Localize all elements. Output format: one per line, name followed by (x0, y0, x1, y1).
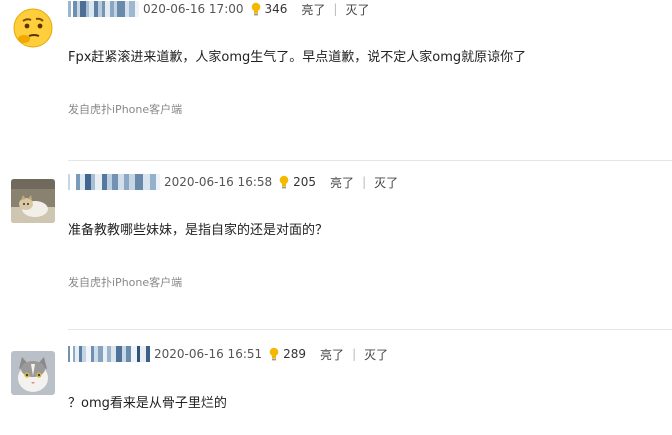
separator: | (333, 2, 338, 16)
like-count: 289 (283, 347, 307, 361)
divider (68, 329, 672, 330)
disagree-button[interactable]: 灭了 (345, 1, 369, 18)
comment-text: Fpx赶紧滚进来道歉，人家omg生气了。早点道歉，说不定人家omg就原谅你了 (68, 50, 527, 65)
disagree-button[interactable]: 灭了 (364, 346, 388, 363)
agree-button[interactable]: 亮了 (330, 174, 354, 191)
avatar[interactable] (11, 6, 55, 50)
lightbulb-icon (251, 2, 260, 16)
comment-meta: 020-06-16 17:00 346 亮了 | 灭了 (68, 0, 369, 18)
like-count: 205 (293, 175, 317, 189)
post-time: 2020-06-16 16:58 (164, 175, 273, 189)
comment-text: 准备教教哪些妹妹，是指自家的还是对面的？ (68, 223, 329, 238)
post-source: 发自虎扑iPhone客户端 (68, 103, 183, 116)
divider (68, 160, 672, 161)
comment-meta: 2020-06-16 16:58 205 亮了 | 灭了 (68, 173, 398, 191)
avatar[interactable] (11, 179, 55, 223)
username-redacted[interactable] (68, 174, 160, 190)
separator: | (352, 347, 357, 361)
comment-text: ？omg看来是从骨子里烂的 (68, 396, 227, 411)
post-time: 020-06-16 17:00 (143, 2, 244, 16)
lightbulb-icon (269, 347, 279, 361)
like-count: 346 (264, 2, 288, 16)
agree-button[interactable]: 亮了 (320, 346, 344, 363)
agree-button[interactable]: 亮了 (301, 1, 325, 18)
avatar[interactable] (11, 351, 55, 395)
thinking-emoji-icon (13, 8, 53, 48)
separator: | (362, 175, 367, 189)
cat-avatar-icon (11, 179, 55, 223)
username-redacted[interactable] (68, 346, 150, 362)
cat-avatar-icon (11, 351, 55, 395)
post-source: 发自虎扑iPhone客户端 (68, 276, 183, 289)
post-time: 2020-06-16 16:51 (154, 347, 263, 361)
username-redacted[interactable] (68, 1, 139, 17)
disagree-button[interactable]: 灭了 (374, 174, 398, 191)
comment-meta: 2020-06-16 16:51 289 亮了 | 灭了 (68, 345, 388, 363)
lightbulb-icon (279, 175, 289, 189)
